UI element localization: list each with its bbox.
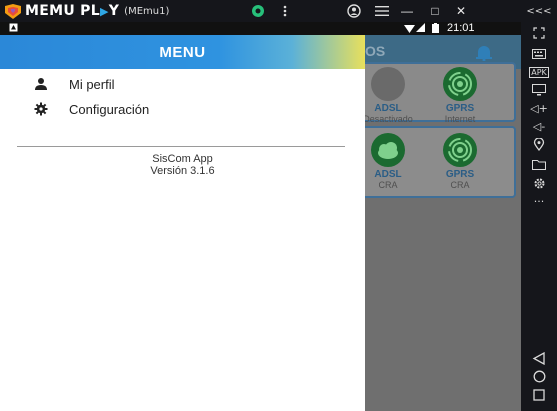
close-button[interactable]: ✕ bbox=[454, 3, 468, 19]
signal-icon bbox=[416, 23, 425, 35]
android-screen: 21:01 OS ADSL Desactivado GPRS Internet … bbox=[0, 22, 521, 411]
app-title: OS bbox=[365, 43, 386, 59]
location-icon[interactable] bbox=[521, 135, 557, 153]
tile-gprs-internet[interactable]: GPRS Internet bbox=[430, 67, 490, 124]
home-icon[interactable] bbox=[528, 369, 550, 383]
app-version: Versión 3.1.6 bbox=[150, 165, 215, 177]
adsl-cloud-icon bbox=[371, 133, 405, 167]
keyboard-icon[interactable] bbox=[521, 45, 557, 63]
folder-icon[interactable] bbox=[521, 155, 557, 173]
status-bar: 21:01 bbox=[0, 22, 521, 35]
notification-icon bbox=[9, 23, 18, 35]
status-card-cra: ADSL CRA GPRS CRA bbox=[356, 126, 516, 198]
adsl-disabled-icon bbox=[371, 67, 405, 101]
minimize-button[interactable]: — bbox=[400, 3, 414, 19]
drawer-header: MENU bbox=[0, 35, 365, 69]
menu-item-configuracion[interactable]: Configuración bbox=[0, 97, 365, 121]
instance-name: (MEmu1) bbox=[124, 5, 170, 17]
screen-icon[interactable] bbox=[521, 81, 557, 99]
emulator-window: MEMU PL▶Y (MEmu1) — □ ✕ <<< APK ◁+ ◁- ··… bbox=[0, 0, 557, 411]
app-name: SisCom App bbox=[152, 153, 213, 165]
menu-dots-icon[interactable] bbox=[283, 3, 287, 19]
tile-adsl-internet[interactable]: ADSL Desactivado bbox=[358, 67, 418, 124]
gprs-signal-icon bbox=[443, 67, 477, 101]
volume-down-icon[interactable]: ◁- bbox=[521, 117, 557, 135]
navigation-drawer: MENU Mi perfil Configuración SisCom App … bbox=[0, 35, 365, 411]
status-card-internet: ADSL Desactivado GPRS Internet bbox=[356, 62, 516, 124]
multi-instance-icon[interactable] bbox=[251, 3, 265, 19]
more-icon[interactable]: ··· bbox=[521, 192, 557, 210]
menu-item-label: Configuración bbox=[69, 101, 150, 117]
memu-brand-text: MEMU PL▶Y bbox=[25, 3, 120, 19]
collapse-toolbar-button[interactable]: <<< bbox=[521, 2, 557, 20]
hamburger-icon[interactable] bbox=[375, 3, 389, 19]
menu-item-label: Mi perfil bbox=[69, 76, 115, 92]
app-version-info: SisCom App Versión 3.1.6 bbox=[0, 153, 365, 177]
recents-icon[interactable] bbox=[528, 388, 550, 402]
emulator-toolbar: <<< APK ◁+ ◁- ··· bbox=[521, 0, 557, 411]
drawer-title: MENU bbox=[159, 43, 206, 61]
memu-logo-icon bbox=[5, 3, 21, 19]
clock: 21:01 bbox=[447, 22, 475, 34]
expand-icon[interactable] bbox=[521, 24, 557, 42]
emulator-titlebar: MEMU PL▶Y (MEmu1) — □ ✕ bbox=[0, 0, 521, 22]
gprs-signal-icon bbox=[443, 133, 477, 167]
settings-icon[interactable] bbox=[521, 174, 557, 192]
account-icon[interactable] bbox=[347, 3, 361, 19]
tile-adsl-cra[interactable]: ADSL CRA bbox=[358, 133, 418, 190]
apk-icon[interactable]: APK bbox=[521, 63, 557, 81]
menu-item-mi-perfil[interactable]: Mi perfil bbox=[0, 72, 365, 96]
maximize-button[interactable]: □ bbox=[428, 3, 442, 19]
drawer-divider bbox=[17, 146, 345, 147]
volume-up-icon[interactable]: ◁+ bbox=[521, 99, 557, 117]
memu-logo: MEMU PL▶Y bbox=[4, 3, 119, 19]
back-icon[interactable] bbox=[528, 351, 550, 365]
tile-gprs-cra[interactable]: GPRS CRA bbox=[430, 133, 490, 190]
gear-icon bbox=[34, 102, 48, 116]
bell-icon[interactable] bbox=[474, 43, 494, 61]
person-icon bbox=[35, 78, 47, 90]
